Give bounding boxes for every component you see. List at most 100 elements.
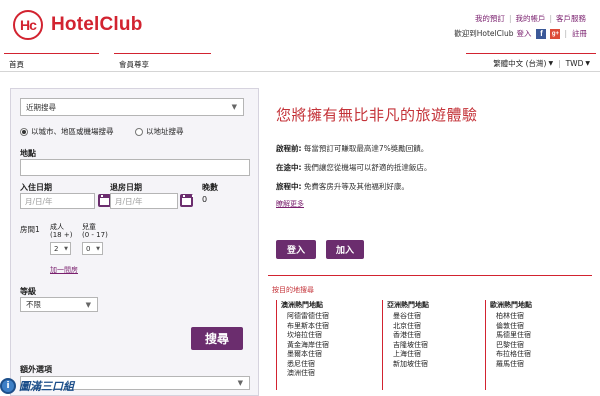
chevron-down-icon: ▼ bbox=[96, 245, 100, 252]
add-room-link[interactable]: 加一間房 bbox=[50, 265, 78, 275]
register-link[interactable]: 註冊 bbox=[569, 28, 590, 39]
watermark: i 圖滿三口組 bbox=[0, 378, 74, 394]
promo-row: 在途中: 我們讓您從機場可以舒適的抵達飯店。 bbox=[276, 162, 431, 173]
promo-row-head: 旅程中: bbox=[276, 182, 302, 191]
destination-link[interactable]: 吉隆坡住宿 bbox=[387, 341, 429, 351]
destination-link[interactable]: 悉尼住宿 bbox=[281, 360, 329, 370]
radio-address[interactable]: 以地址搜尋 bbox=[135, 126, 184, 137]
column-heading: 歐洲熱門地點 bbox=[490, 301, 532, 309]
destination-link[interactable]: 墨爾本住宿 bbox=[281, 350, 329, 360]
checkin-input[interactable]: 月/日/年 bbox=[20, 193, 95, 209]
destination-link[interactable]: 馬德里住宿 bbox=[490, 331, 532, 341]
destination-link[interactable]: 新加坡住宿 bbox=[387, 360, 429, 370]
logo-text: HotelClub bbox=[51, 14, 143, 35]
promo-row-head: 啟程前: bbox=[276, 144, 302, 153]
promo-title: 您將擁有無比非凡的旅遊體驗 bbox=[276, 106, 478, 124]
recent-search-value: 近期搜尋 bbox=[26, 102, 56, 112]
separator: | bbox=[558, 59, 561, 68]
welcome-row: 歡迎到HotelClub 登入 f g+ | 註冊 bbox=[454, 28, 590, 39]
destination-link[interactable]: 黃金海岸住宿 bbox=[281, 341, 329, 351]
my-account-link[interactable]: 我的帳戶 bbox=[511, 13, 549, 24]
locale-controls: 繁體中文 (台灣) ▼ | TWD ▼ bbox=[493, 58, 590, 69]
destination-link[interactable]: 布里斯本住宿 bbox=[281, 322, 329, 332]
my-bookings-link[interactable]: 我的預訂 bbox=[471, 13, 509, 24]
promo-row: 旅程中: 免費客房升等及其他福利好康。 bbox=[276, 181, 409, 192]
promo-row: 啟程前: 每當預訂可賺取最高達7%獎勵回饋。 bbox=[276, 143, 428, 154]
grade-select[interactable]: 不限 ▼ bbox=[20, 297, 98, 312]
hotelclub-logo[interactable]: Hc HotelClub bbox=[13, 10, 143, 40]
adults-select[interactable]: 2 ▼ bbox=[50, 242, 71, 255]
welcome-text: 歡迎到HotelClub bbox=[454, 29, 514, 38]
children-range: (0 - 17) bbox=[82, 231, 108, 239]
login-link[interactable]: 登入 bbox=[513, 28, 534, 39]
checkout-input[interactable]: 月/日/年 bbox=[110, 193, 178, 209]
learn-more-link[interactable]: 瞭解更多 bbox=[276, 199, 304, 209]
column-rule bbox=[276, 300, 277, 390]
promo-row-head: 在途中: bbox=[276, 163, 302, 172]
destination-link[interactable]: 阿德雷德住宿 bbox=[281, 312, 329, 322]
chevron-down-icon: ▼ bbox=[231, 103, 237, 111]
grade-value: 不限 bbox=[26, 300, 41, 309]
calendar-icon[interactable] bbox=[180, 194, 194, 207]
location-input[interactable] bbox=[20, 159, 250, 176]
join-button[interactable]: 加入 bbox=[326, 240, 364, 259]
destination-link[interactable]: 上海住宿 bbox=[387, 350, 429, 360]
chevron-down-icon: ▼ bbox=[237, 379, 243, 387]
destination-link[interactable]: 巴黎住宿 bbox=[490, 341, 532, 351]
currency-select[interactable]: TWD bbox=[566, 59, 584, 68]
promo-row-text: 免費客房升等及其他福利好康。 bbox=[303, 182, 409, 191]
chevron-down-icon: ▼ bbox=[85, 300, 91, 309]
top-links: 我的預訂 | 我的帳戶 | 客戶服務 bbox=[471, 13, 590, 24]
destination-link[interactable]: 羅馬住宿 bbox=[490, 360, 532, 370]
destination-link[interactable]: 曼谷住宿 bbox=[387, 312, 429, 322]
recent-search-select[interactable]: 近期搜尋 ▼ bbox=[20, 98, 244, 116]
destination-column-asia: 亞洲熱門地點 曼谷住宿 北京住宿 香港住宿 吉隆坡住宿 上海住宿 新加坡住宿 bbox=[382, 300, 429, 390]
extra-options-label: 額外選項 bbox=[20, 365, 52, 374]
children-select[interactable]: 0 ▼ bbox=[82, 242, 103, 255]
main-nav: 首頁 會員尊享 繁體中文 (台灣) ▼ | TWD ▼ bbox=[0, 53, 600, 71]
customer-service-link[interactable]: 客戶服務 bbox=[552, 13, 590, 24]
logo-mark: Hc bbox=[13, 10, 43, 40]
adults-range: (18 +) bbox=[50, 231, 73, 239]
radio-address-label: 以地址搜尋 bbox=[146, 127, 184, 136]
facebook-icon[interactable]: f bbox=[536, 28, 547, 39]
destination-column-australia: 澳洲熱門地點 阿德雷德住宿 布里斯本住宿 坎培拉住宿 黃金海岸住宿 墨爾本住宿 … bbox=[276, 300, 329, 390]
destination-link[interactable]: 柏林住宿 bbox=[490, 312, 532, 322]
watermark-logo-icon: i bbox=[0, 378, 16, 394]
nav-accent-line bbox=[466, 53, 596, 54]
column-heading: 亞洲熱門地點 bbox=[387, 301, 429, 309]
radio-button-selected[interactable] bbox=[20, 127, 28, 136]
destination-column-europe: 歐洲熱門地點 柏林住宿 倫敦住宿 馬德里住宿 巴黎住宿 布拉格住宿 羅馬住宿 bbox=[485, 300, 532, 390]
radio-city[interactable]: 以城市、地區或機場搜尋 bbox=[20, 126, 114, 137]
radio-button[interactable] bbox=[135, 127, 143, 136]
language-select[interactable]: 繁體中文 (台灣) bbox=[493, 58, 546, 69]
nav-member[interactable]: 會員尊享 bbox=[119, 59, 149, 70]
adults-label: 成人 bbox=[50, 223, 64, 231]
login-button[interactable]: 登入 bbox=[276, 240, 316, 259]
checkout-label: 退房日期 bbox=[110, 183, 142, 192]
destination-link[interactable]: 倫敦住宿 bbox=[490, 322, 532, 332]
nights-label: 晚數 bbox=[202, 183, 218, 192]
grade-label: 等級 bbox=[20, 287, 36, 296]
nav-accent-line bbox=[4, 53, 99, 54]
destination-link[interactable]: 布拉格住宿 bbox=[490, 350, 532, 360]
adults-value: 2 bbox=[54, 244, 59, 253]
radio-city-label: 以城市、地區或機場搜尋 bbox=[31, 127, 114, 136]
chevron-down-icon: ▼ bbox=[548, 60, 554, 67]
destination-link[interactable]: 澳洲住宿 bbox=[281, 369, 329, 379]
location-label: 地點 bbox=[20, 149, 36, 158]
children-value: 0 bbox=[86, 244, 91, 253]
nights-value: 0 bbox=[202, 195, 208, 204]
nav-accent-line bbox=[114, 53, 211, 54]
nav-divider bbox=[0, 71, 600, 72]
search-button[interactable]: 搜尋 bbox=[191, 327, 243, 350]
checkin-label: 入住日期 bbox=[20, 183, 52, 192]
google-plus-icon[interactable]: g+ bbox=[550, 28, 561, 39]
destination-link[interactable]: 坎培拉住宿 bbox=[281, 331, 329, 341]
destination-link[interactable]: 北京住宿 bbox=[387, 322, 429, 332]
destination-link[interactable]: 香港住宿 bbox=[387, 331, 429, 341]
section-divider bbox=[268, 275, 592, 276]
nav-home[interactable]: 首頁 bbox=[9, 59, 24, 70]
promo-row-text: 我們讓您從機場可以舒適的抵達飯店。 bbox=[303, 163, 432, 172]
column-rule bbox=[485, 300, 486, 390]
